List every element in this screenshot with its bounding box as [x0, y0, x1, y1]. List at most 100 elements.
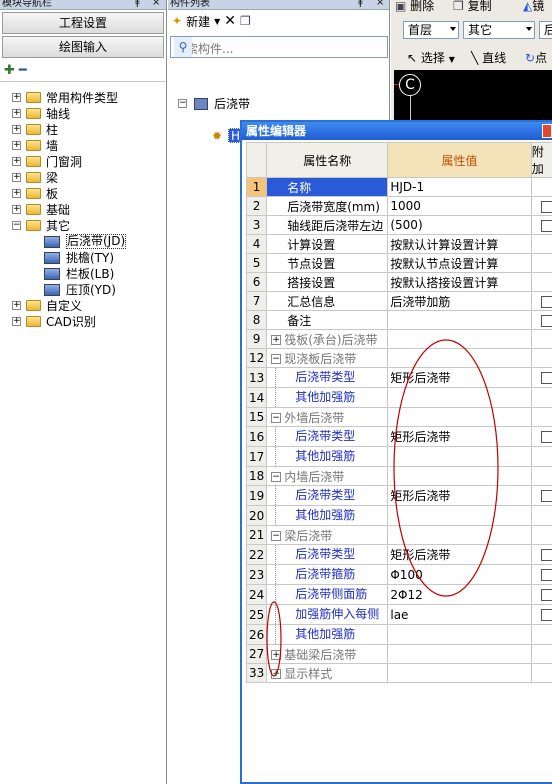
expand-toggle[interactable]: + [12, 93, 21, 102]
property-name-cell[interactable]: 其他加强筋 [266, 387, 389, 408]
copy-button[interactable]: ❐ 复制 [453, 0, 492, 16]
tree-item[interactable]: + 墙 [0, 138, 166, 154]
property-name-cell[interactable]: 其他加强筋 [266, 505, 389, 526]
expand-toggle[interactable]: + [12, 141, 21, 150]
property-row[interactable]: 20 其他加强筋 [245, 505, 552, 526]
property-row[interactable]: 16 后浇带类型 矩形后浇带 [245, 426, 552, 447]
tree-item[interactable]: 挑檐(TY) [0, 250, 166, 266]
property-value-cell[interactable] [387, 663, 532, 683]
new-component-icon[interactable]: ✦ [172, 14, 182, 28]
expand-toggle[interactable]: + [12, 317, 21, 326]
group-toggle[interactable]: + [271, 335, 282, 345]
group-toggle[interactable]: + [271, 650, 282, 660]
property-row[interactable]: 8 备注 [245, 310, 552, 330]
property-value-cell[interactable]: 按默认搭接设置计算 [387, 272, 532, 292]
property-value-cell[interactable] [387, 446, 532, 467]
component-root-row[interactable]: − 后浇带 [176, 96, 376, 112]
property-name-cell[interactable]: 后浇带箍筋 [266, 564, 389, 585]
point-button[interactable]: ↻点 [525, 49, 547, 66]
tree-item[interactable]: + 基础 [0, 202, 166, 218]
property-name-cell[interactable]: − 外墙后浇带 [266, 407, 389, 427]
expand-toggle[interactable]: + [12, 125, 21, 134]
property-value-cell[interactable]: 按默认节点设置计算 [387, 253, 532, 273]
delete-button[interactable]: ▣ 删除 [395, 0, 434, 16]
pin-icon[interactable]: ǂ [358, 0, 363, 8]
tree-item[interactable]: + 常用构件类型 [0, 90, 166, 106]
tree-item[interactable]: 栏板(LB) [0, 266, 166, 282]
property-value-cell[interactable] [387, 310, 532, 330]
property-name-cell[interactable]: 后浇带类型 [266, 544, 389, 565]
select-button[interactable]: ↖ 选择 ▼ [407, 49, 455, 66]
property-name-cell[interactable]: 汇总信息 [266, 291, 389, 311]
property-name-cell[interactable]: + 基础梁后浇带 [266, 644, 389, 664]
project-settings-button[interactable]: 工程设置 [2, 12, 164, 34]
group-toggle[interactable]: − [271, 413, 282, 423]
close-icon[interactable] [542, 124, 552, 138]
property-name-cell[interactable]: 搭接设置 [266, 272, 389, 292]
property-name-cell[interactable]: 节点设置 [266, 253, 389, 273]
property-row[interactable]: 1 名称 HJD-1 [245, 177, 552, 197]
property-name-cell[interactable]: 备注 [266, 310, 389, 330]
additional-checkbox[interactable] [540, 314, 552, 327]
tree-item[interactable]: + 柱 [0, 122, 166, 138]
expand-toggle[interactable]: + [12, 173, 21, 182]
property-value-cell[interactable]: 按默认计算设置计算 [387, 234, 532, 254]
tree-item[interactable]: 压顶(YD) [0, 282, 166, 298]
property-value-cell[interactable]: 矩形后浇带 [387, 367, 532, 388]
expand-toggle[interactable]: + [12, 301, 21, 310]
property-value-cell[interactable] [387, 407, 532, 427]
tree-item[interactable]: − 其它 [0, 218, 166, 234]
property-row[interactable]: 33 + 显示样式 [245, 663, 552, 683]
property-row[interactable]: 7 汇总信息 后浇带加筋 [245, 291, 552, 311]
property-row[interactable]: 6 搭接设置 按默认搭接设置计算 [245, 272, 552, 292]
property-name-cell[interactable]: + 显示样式 [266, 663, 389, 683]
property-value-cell[interactable] [387, 624, 532, 645]
property-value-cell[interactable]: 矩形后浇带 [387, 485, 532, 506]
additional-checkbox[interactable] [540, 372, 552, 384]
chevron-down-icon[interactable]: ▼ [214, 17, 220, 26]
property-row[interactable]: 27 + 基础梁后浇带 [245, 644, 552, 664]
property-name-cell[interactable]: 其他加强筋 [266, 446, 389, 467]
property-value-cell[interactable]: 矩形后浇带 [387, 426, 532, 447]
property-value-cell[interactable] [387, 644, 532, 664]
additional-checkbox[interactable] [540, 549, 552, 561]
property-row[interactable]: 15− 外墙后浇带 [245, 407, 552, 427]
delete-icon[interactable]: ✕ [224, 13, 236, 29]
property-value-cell[interactable]: 矩形后浇带 [387, 544, 532, 565]
property-name-cell[interactable]: 后浇带类型 [266, 485, 389, 506]
property-value-cell[interactable] [387, 525, 532, 545]
property-row[interactable]: 19 后浇带类型 矩形后浇带 [245, 485, 552, 506]
property-name-cell[interactable]: 后浇带侧面筋 [266, 584, 389, 605]
property-value-cell[interactable] [387, 387, 532, 408]
component-select[interactable]: 后 [539, 21, 552, 39]
layer-select[interactable]: 其它 [463, 21, 535, 39]
additional-checkbox[interactable] [540, 569, 552, 581]
group-toggle[interactable]: + [271, 669, 282, 679]
property-row[interactable]: 22 后浇带类型 矩形后浇带 [245, 544, 552, 565]
property-name-cell[interactable]: 计算设置 [266, 234, 389, 254]
search-icon[interactable]: ⚲ [174, 37, 192, 57]
new-button[interactable]: 新建 [186, 13, 210, 30]
property-value-cell[interactable] [387, 348, 532, 368]
property-row[interactable]: 24 后浇带侧面筋 2Φ12 [245, 584, 552, 605]
expand-toggle[interactable]: + [12, 109, 21, 118]
tree-item[interactable]: + 轴线 [0, 106, 166, 122]
property-value-cell[interactable] [387, 505, 532, 526]
property-name-cell[interactable]: − 内墙后浇带 [266, 466, 389, 486]
property-value-cell[interactable] [387, 329, 532, 349]
property-row[interactable]: 5 节点设置 按默认节点设置计算 [245, 253, 552, 273]
property-row[interactable]: 3 轴线距后浇带左边 (500) [245, 215, 552, 235]
property-row[interactable]: 25 加强筋伸入每侧 lae [245, 604, 552, 625]
property-row[interactable]: 2 后浇带宽度(mm) 1000 [245, 196, 552, 216]
collapse-toggle[interactable]: − [178, 99, 187, 108]
expand-all-icon[interactable]: ✚ [4, 63, 15, 78]
floor-select[interactable]: 首层 [403, 21, 459, 39]
tree-item[interactable]: + 梁 [0, 170, 166, 186]
additional-checkbox[interactable] [540, 431, 552, 443]
property-name-cell[interactable]: + 筏板(承台)后浇带 [266, 329, 389, 349]
additional-checkbox[interactable] [540, 609, 552, 621]
property-value-cell[interactable] [387, 466, 532, 486]
property-value-cell[interactable]: Φ100 [387, 564, 532, 585]
additional-checkbox[interactable] [540, 295, 552, 308]
property-value-cell[interactable]: 2Φ12 [387, 584, 532, 605]
